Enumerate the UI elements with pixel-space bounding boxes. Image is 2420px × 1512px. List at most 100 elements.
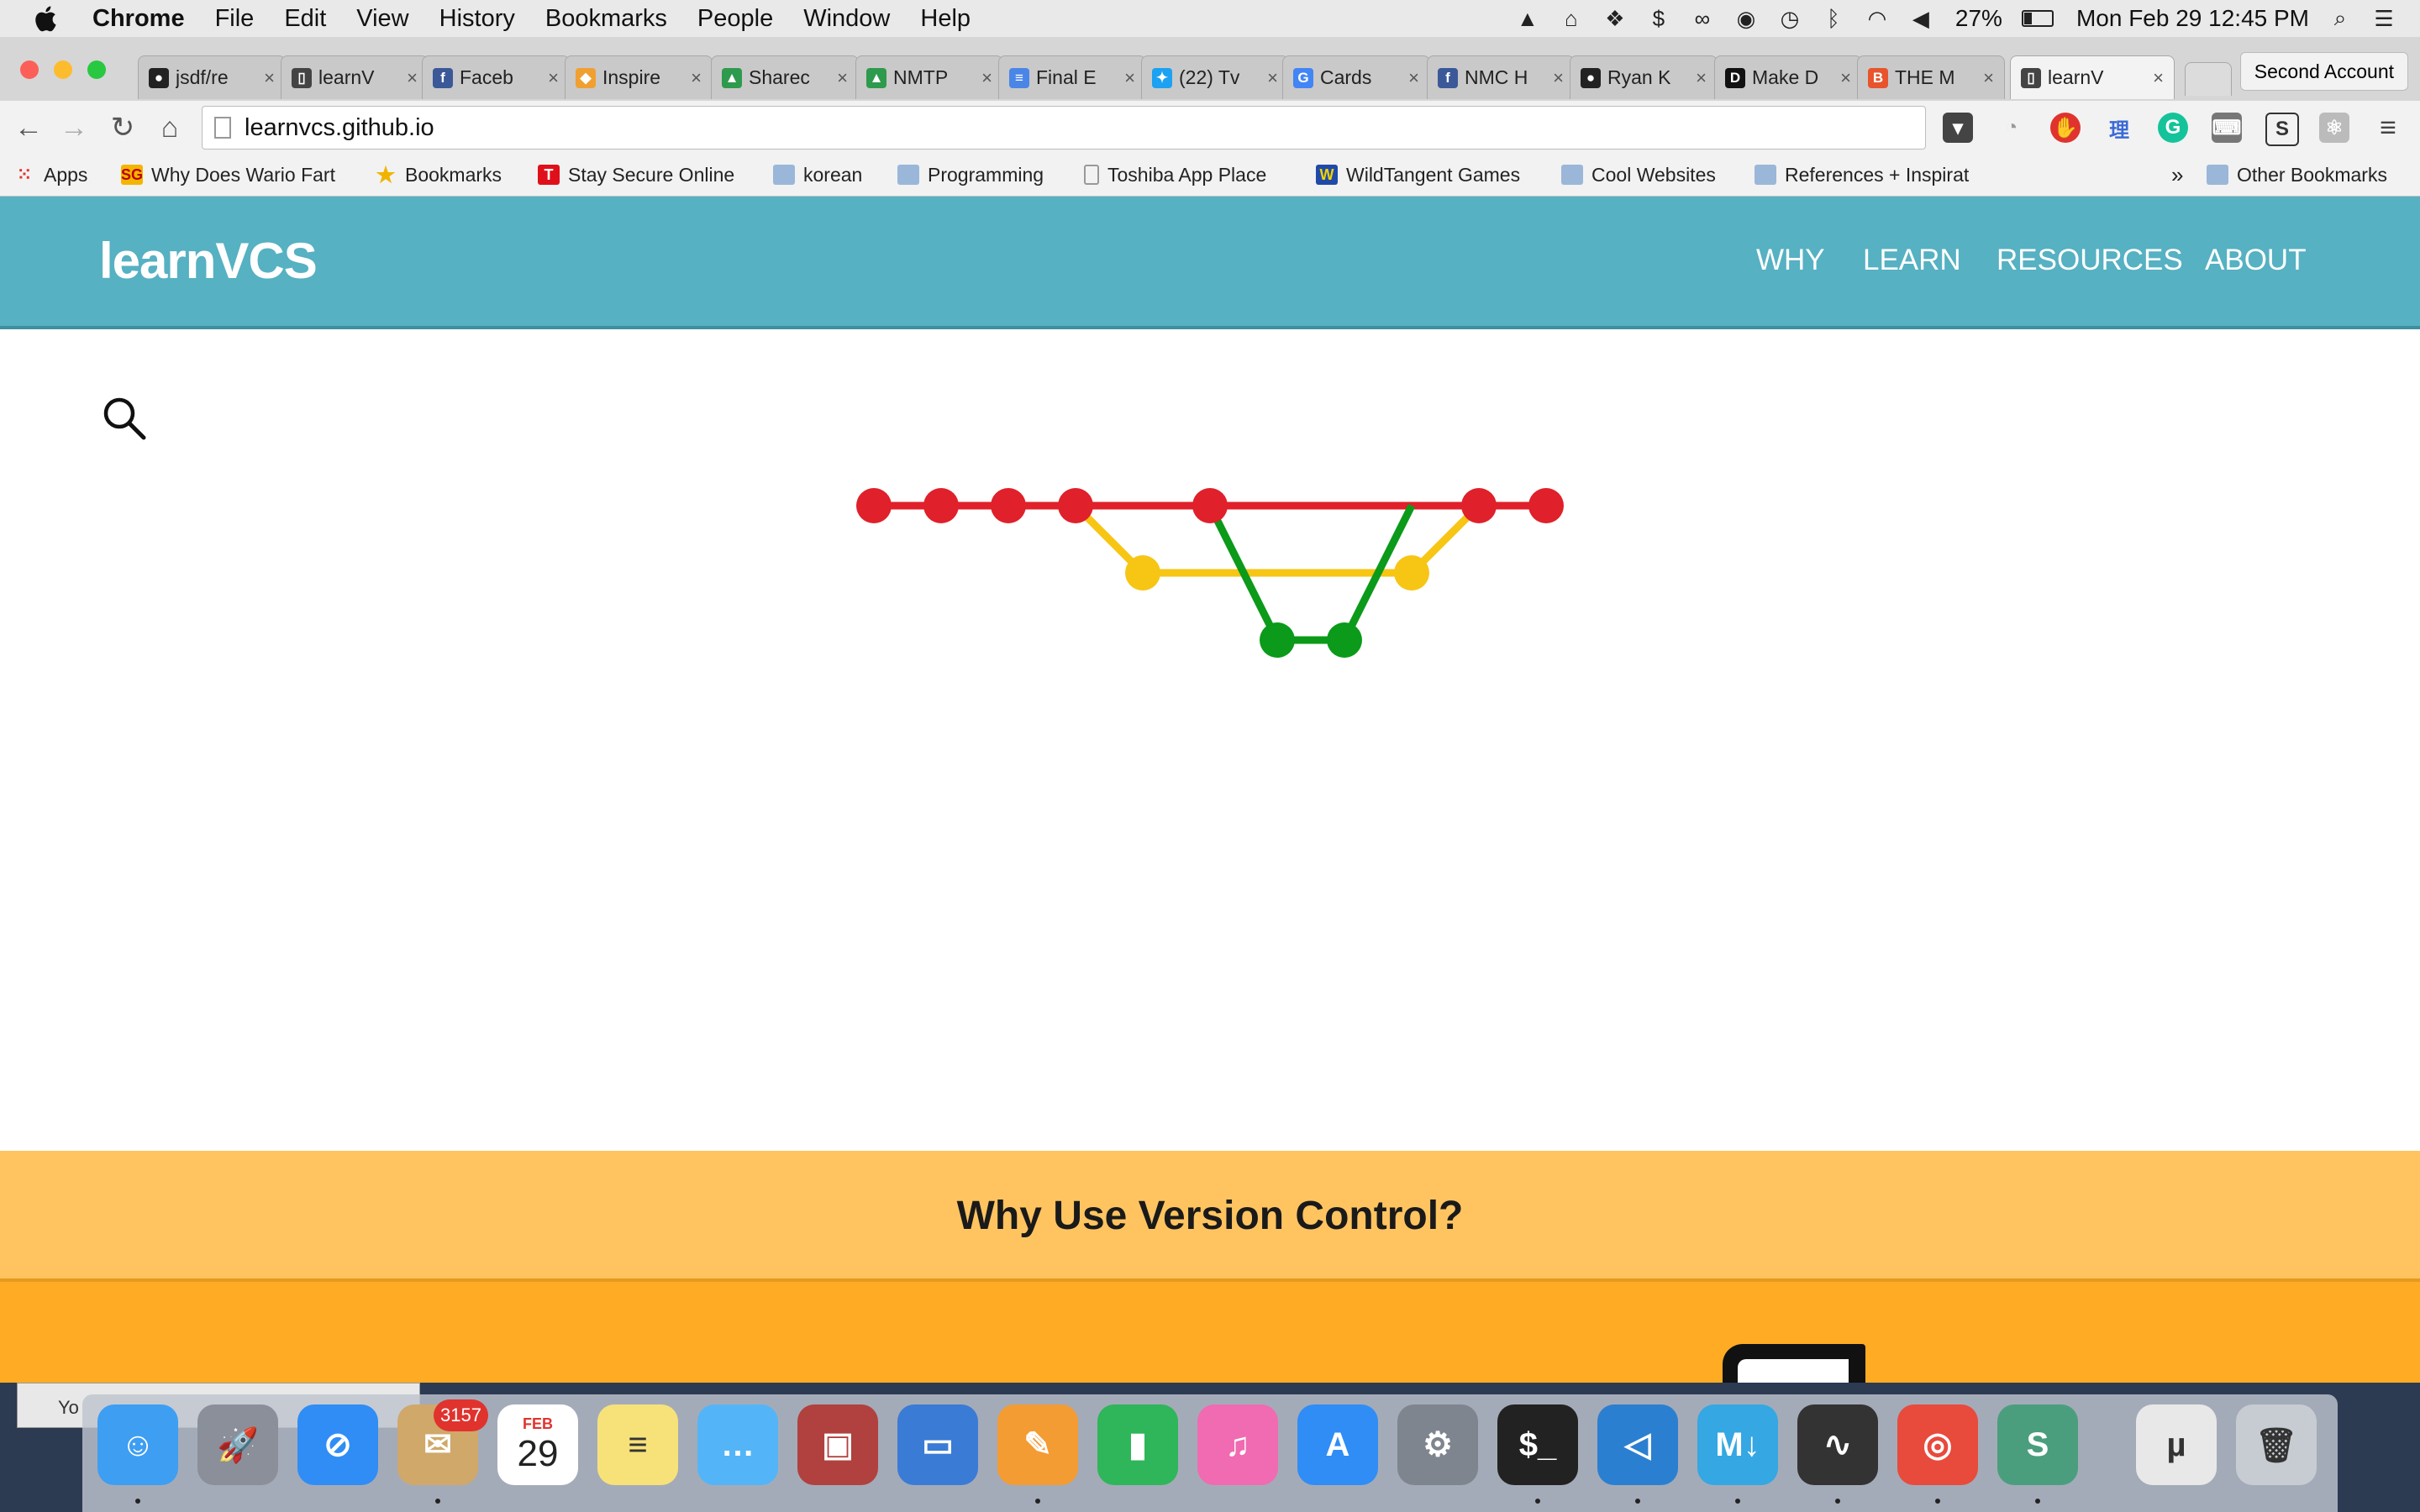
tab-close-icon[interactable]: ×: [837, 67, 848, 89]
menu-history[interactable]: History: [439, 5, 515, 33]
bookmark-folder-programming[interactable]: Programming: [897, 161, 1044, 188]
window-zoom-button[interactable]: [87, 60, 106, 79]
browser-tab[interactable]: ▲ Sharec ×: [711, 55, 859, 99]
volume-icon[interactable]: ◀: [1908, 6, 1933, 31]
airdrop-icon[interactable]: ⌂: [1559, 6, 1584, 31]
safari-icon[interactable]: ⊘: [297, 1404, 378, 1485]
keyboard-icon[interactable]: ⌨: [2212, 113, 2242, 143]
window-minimize-button[interactable]: [54, 60, 72, 79]
bookmark-folder-other[interactable]: Other Bookmarks: [2207, 161, 2387, 188]
system-preferences-icon[interactable]: ⚙: [1397, 1404, 1478, 1485]
new-tab-button[interactable]: [2185, 62, 2232, 96]
google-drive-icon[interactable]: ▲: [1515, 6, 1540, 31]
window-close-button[interactable]: [20, 60, 39, 79]
profile-switcher-button[interactable]: Second Account: [2239, 52, 2408, 91]
tab-close-icon[interactable]: ×: [981, 67, 992, 89]
itunes-icon[interactable]: ♫: [1197, 1404, 1278, 1485]
browser-tab[interactable]: ▯ learnV ×: [2010, 55, 2175, 99]
bookmark-folder-references[interactable]: References + Inspirat: [1754, 161, 1981, 188]
chrome-icon[interactable]: ◎: [1897, 1404, 1978, 1485]
browser-tab[interactable]: D Make D ×: [1714, 55, 1862, 99]
tab-close-icon[interactable]: ×: [1696, 67, 1707, 89]
address-bar[interactable]: learnvcs.github.io: [202, 106, 1926, 150]
menu-window[interactable]: Window: [803, 5, 890, 33]
chrome-menu-icon[interactable]: ≡: [2373, 112, 2403, 144]
forward-arrow-icon[interactable]: →: [55, 109, 92, 146]
browser-tab[interactable]: ● jsdf/re ×: [138, 55, 286, 99]
s-icon[interactable]: $: [1646, 6, 1671, 31]
react-devtools-icon[interactable]: ⚛: [2319, 113, 2349, 143]
tab-close-icon[interactable]: ×: [1983, 67, 1994, 89]
utorrent-icon[interactable]: µ: [2136, 1404, 2217, 1485]
bookmark-apps[interactable]: ⁙ Apps: [13, 161, 88, 188]
nav-about[interactable]: ABOUT: [2205, 244, 2307, 277]
reload-icon[interactable]: ↻: [104, 109, 141, 146]
menu-people[interactable]: People: [697, 5, 773, 33]
nav-resources[interactable]: RESOURCES: [1996, 244, 2183, 277]
photo-booth-icon[interactable]: ▣: [797, 1404, 878, 1485]
browser-tab[interactable]: f Faceb ×: [422, 55, 570, 99]
nav-learn[interactable]: LEARN: [1863, 244, 1961, 277]
tab-close-icon[interactable]: ×: [1553, 67, 1564, 89]
messages-icon[interactable]: …: [697, 1404, 778, 1485]
keynote-icon[interactable]: ▭: [897, 1404, 978, 1485]
site-logo[interactable]: learnVCS: [99, 232, 318, 290]
bookmarks-overflow-chevron-icon[interactable]: »: [2171, 161, 2183, 188]
tab-close-icon[interactable]: ×: [691, 67, 702, 89]
menu-bookmarks[interactable]: Bookmarks: [545, 5, 667, 33]
browser-tab[interactable]: ▲ NMTP ×: [855, 55, 1003, 99]
browser-tab[interactable]: G Cards ×: [1282, 55, 1430, 99]
browser-tab[interactable]: f NMC H ×: [1427, 55, 1575, 99]
tab-close-icon[interactable]: ×: [264, 67, 275, 89]
grammarly-ext-icon[interactable]: G: [2158, 113, 2188, 143]
trash-icon[interactable]: 🗑: [2236, 1404, 2317, 1485]
launchpad-icon[interactable]: 🚀: [197, 1404, 278, 1485]
bookmark-wildtangent[interactable]: W WildTangent Games: [1316, 161, 1520, 188]
battery-percent[interactable]: 27%: [1955, 5, 2002, 32]
spotlight-search-icon[interactable]: ⌕: [2328, 5, 2353, 31]
creative-cloud-icon[interactable]: ∞: [1690, 6, 1715, 31]
menu-file[interactable]: File: [215, 5, 255, 33]
s-extension-icon[interactable]: S: [2265, 113, 2299, 146]
tab-close-icon[interactable]: ×: [2153, 67, 2164, 89]
terminal-icon[interactable]: $_: [1497, 1404, 1578, 1485]
tab-close-icon[interactable]: ×: [1267, 67, 1278, 89]
bookmark-wario[interactable]: SG Why Does Wario Fart: [121, 161, 348, 188]
grammarly-icon[interactable]: ◉: [1733, 6, 1759, 31]
bookmark-folder-korean[interactable]: korean: [773, 161, 862, 188]
pocket-icon[interactable]: ▾: [1943, 113, 1973, 143]
browser-tab[interactable]: ● Ryan K ×: [1570, 55, 1718, 99]
bookmark-stay-secure[interactable]: T Stay Secure Online: [538, 161, 734, 188]
calendar-icon[interactable]: FEB 29: [497, 1404, 578, 1485]
battery-icon[interactable]: [2021, 6, 2054, 31]
app-store-icon[interactable]: A: [1297, 1404, 1378, 1485]
slack-icon[interactable]: S: [1997, 1404, 2078, 1485]
notification-center-icon[interactable]: ☰: [2371, 6, 2396, 31]
menu-edit[interactable]: Edit: [284, 5, 326, 33]
tab-close-icon[interactable]: ×: [1124, 67, 1135, 89]
nav-why[interactable]: WHY: [1756, 244, 1825, 277]
lastpass-icon[interactable]: ◔: [1996, 113, 2027, 143]
dropbox-icon[interactable]: ❖: [1602, 6, 1628, 31]
numbers-icon[interactable]: ▮: [1097, 1404, 1178, 1485]
vscode-icon[interactable]: ◁: [1597, 1404, 1678, 1485]
back-arrow-icon[interactable]: ←: [10, 109, 47, 146]
bookmark-bookmarks[interactable]: ★ Bookmarks: [375, 161, 502, 188]
finder-icon[interactable]: ☺: [97, 1404, 178, 1485]
browser-tab[interactable]: ≡ Final E ×: [998, 55, 1146, 99]
tab-close-icon[interactable]: ×: [1840, 67, 1851, 89]
menu-view[interactable]: View: [356, 5, 408, 33]
activity-monitor-icon[interactable]: ∿: [1797, 1404, 1878, 1485]
browser-tab[interactable]: ▯ learnV ×: [281, 55, 429, 99]
markdown-icon[interactable]: M↓: [1697, 1404, 1778, 1485]
bookmark-folder-cool-websites[interactable]: Cool Websites: [1561, 161, 1716, 188]
tab-close-icon[interactable]: ×: [548, 67, 559, 89]
clock[interactable]: Mon Feb 29 12:45 PM: [2076, 5, 2309, 32]
pages-icon[interactable]: ✎: [997, 1404, 1078, 1485]
browser-tab[interactable]: ◆ Inspire ×: [565, 55, 713, 99]
chinese-dictionary-icon[interactable]: 理: [2104, 113, 2134, 143]
tab-close-icon[interactable]: ×: [407, 67, 418, 89]
wifi-icon[interactable]: ◠: [1865, 6, 1890, 31]
tab-close-icon[interactable]: ×: [1408, 67, 1419, 89]
adblock-icon[interactable]: ✋: [2050, 113, 2081, 143]
